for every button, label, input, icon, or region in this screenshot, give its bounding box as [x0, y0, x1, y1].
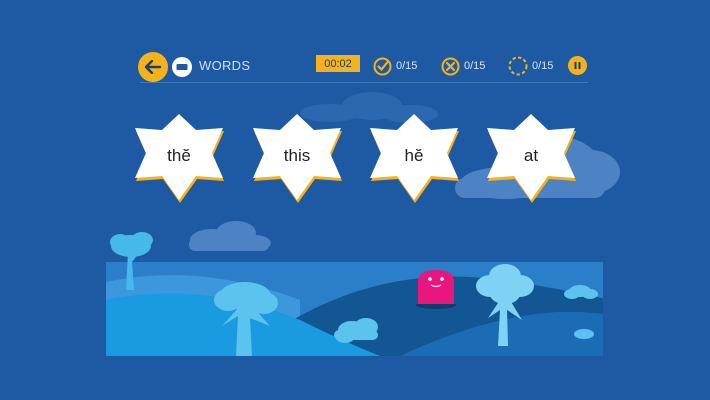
word-label: this — [283, 146, 311, 165]
remaining-count-label: 0/15 — [532, 60, 554, 72]
dashed-circle-icon — [508, 56, 528, 76]
word-star-2[interactable]: this — [242, 108, 352, 208]
word-label: hĕ — [404, 146, 424, 165]
back-button[interactable] — [138, 52, 168, 82]
remaining-count: 0/15 — [508, 56, 553, 76]
word-label: thĕ — [167, 146, 191, 165]
pause-icon — [574, 62, 581, 69]
word-star-3[interactable]: hĕ — [359, 108, 469, 208]
pink-monster-character[interactable] — [416, 270, 456, 309]
x-circle-icon — [441, 57, 460, 75]
keyboard-icon — [172, 57, 192, 77]
cloud-left — [189, 221, 271, 251]
correct-count: 0/15 — [373, 56, 417, 76]
game-header: WORDS 00:02 0/15 0/15 0/15 — [0, 0, 710, 84]
word-label: at — [523, 146, 539, 165]
word-star-1[interactable]: thĕ — [124, 108, 234, 208]
timer: 00:02 — [316, 55, 360, 72]
header-divider — [140, 82, 588, 83]
wrong-count-label: 0/15 — [464, 60, 486, 72]
arrow-left-icon — [145, 60, 161, 74]
pause-button[interactable] — [568, 56, 587, 75]
word-star-4[interactable]: at — [476, 108, 586, 208]
check-circle-icon — [373, 57, 392, 75]
correct-count-label: 0/15 — [396, 60, 418, 72]
mode-label: WORDS — [199, 58, 251, 73]
wrong-count: 0/15 — [441, 56, 485, 76]
